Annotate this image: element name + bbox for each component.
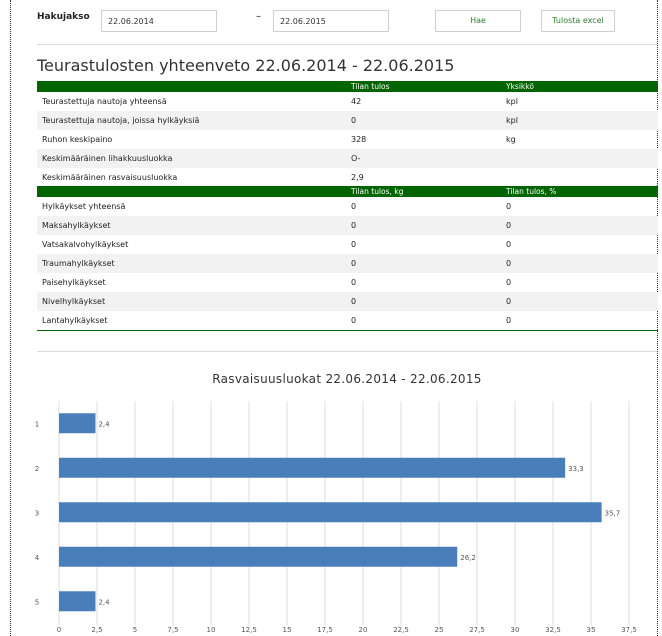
x-tick-label: 20 bbox=[359, 626, 368, 634]
x-tick-label: 35 bbox=[587, 626, 596, 634]
x-tick-label: 25 bbox=[435, 626, 444, 634]
x-tick-label: 15 bbox=[283, 626, 292, 634]
page-frame: Hakujakso – Hae Tulosta excel Teurastulo… bbox=[10, 0, 658, 636]
y-tick-label: 4 bbox=[35, 554, 40, 562]
bar-value-label: 26,2 bbox=[460, 554, 476, 562]
x-tick-label: 7,5 bbox=[167, 626, 178, 634]
bar bbox=[59, 457, 566, 478]
bar-value-label: 33,3 bbox=[568, 465, 584, 473]
y-tick-label: 1 bbox=[35, 420, 39, 428]
x-tick-label: 37,5 bbox=[621, 626, 637, 634]
x-tick-label: 17,5 bbox=[317, 626, 333, 634]
x-tick-label: 0 bbox=[57, 626, 61, 634]
bar bbox=[59, 591, 96, 612]
x-tick-label: 5 bbox=[133, 626, 137, 634]
x-tick-label: 10 bbox=[207, 626, 216, 634]
fat-class-chart: 0 2,5 5 7,5 10 12,5 15 17,5 20 22,5 25 27,5 30 32,5 35… bbox=[35, 401, 637, 634]
x-tick-label: 2,5 bbox=[91, 626, 102, 634]
x-tick-label: 30 bbox=[511, 626, 520, 634]
x-tick-label: 12,5 bbox=[241, 626, 257, 634]
bar bbox=[59, 546, 458, 567]
bar bbox=[59, 502, 602, 523]
bar-value-label: 2,4 bbox=[98, 420, 110, 428]
bar bbox=[59, 413, 96, 434]
bar-value-label: 2,4 bbox=[98, 598, 110, 606]
x-tick-label: 22,5 bbox=[393, 626, 409, 634]
y-tick-label: 3 bbox=[35, 509, 39, 517]
bar-value-label: 35,7 bbox=[605, 509, 621, 517]
y-tick-label: 5 bbox=[35, 598, 39, 606]
x-tick-label: 27,5 bbox=[469, 626, 485, 634]
x-tick-label: 32,5 bbox=[545, 626, 561, 634]
y-tick-label: 2 bbox=[35, 465, 39, 473]
